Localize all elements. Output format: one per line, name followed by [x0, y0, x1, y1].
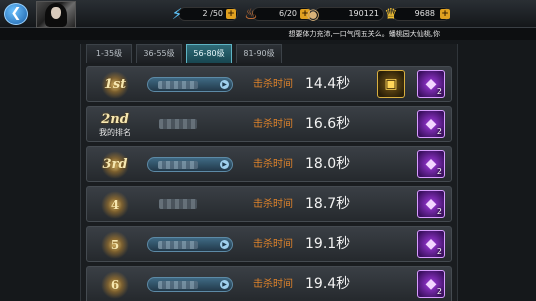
player-name-button[interactable]: ▶: [147, 237, 233, 252]
rank-label: 5: [110, 238, 120, 252]
rank-badge: 4: [95, 189, 135, 221]
stamina-add-button[interactable]: +: [226, 9, 236, 19]
gem-count: 2: [436, 167, 442, 176]
blurred-name: [158, 281, 198, 289]
lightning-icon: ⚡: [171, 5, 183, 23]
blurred-name: [158, 241, 198, 249]
flame-icon: ♨: [244, 5, 258, 23]
ranking-row-6[interactable]: 6 ▶ 击杀时间 19.4秒 ◆ 2: [86, 266, 452, 301]
ranking-row-3[interactable]: 3rd ▶ 击杀时间 18.0秒 ◆ 2: [86, 146, 452, 182]
blurred-name: [159, 119, 197, 129]
play-icon: ▶: [220, 80, 229, 89]
player-name-button[interactable]: ▶: [147, 277, 233, 292]
play-icon: ▶: [220, 160, 229, 169]
kill-time-label: 击杀时间: [253, 199, 293, 210]
purple-gem-icon[interactable]: ◆ 2: [417, 270, 445, 298]
back-arrow-icon[interactable]: ❮: [4, 3, 28, 25]
my-rank-label: 我的排名: [99, 128, 131, 137]
kill-time-value: 18.7秒: [305, 196, 351, 212]
kill-time-label: 击杀时间: [253, 239, 293, 250]
gold-resource: 9688 ♛ +: [382, 4, 454, 24]
top-bar: ❮ 2 /50 ⚡ + 6/20 ♨ + 190121 ◉ 9688 ♛ +: [0, 0, 536, 28]
avatar[interactable]: [36, 1, 76, 28]
gem-count: 2: [436, 287, 442, 296]
play-icon: ▶: [220, 280, 229, 289]
gem-count: 2: [436, 87, 442, 96]
rank-label: 6: [110, 278, 120, 292]
rank-badge: 5: [95, 229, 135, 261]
kill-time-value: 19.4秒: [305, 276, 351, 292]
rank-badge: 1st: [95, 69, 135, 101]
coins-value: 190121: [314, 7, 384, 21]
marquee-text: 想要体力充沛,一口气闯五关么。蟠桃园大仙桃,你: [0, 28, 536, 40]
rank-badge: 3rd: [95, 149, 135, 181]
kill-time-value: 14.4秒: [305, 76, 351, 92]
rank-label: 3rd: [102, 157, 128, 172]
ranking-row-4[interactable]: 4 击杀时间 18.7秒 ◆ 2: [86, 186, 452, 222]
kill-time-label: 击杀时间: [253, 79, 293, 90]
ranking-row-5[interactable]: 5 ▶ 击杀时间 19.1秒 ◆ 2: [86, 226, 452, 262]
kill-time-label: 击杀时间: [253, 119, 293, 130]
rank-label: 4: [110, 198, 120, 212]
ranking-row-2[interactable]: 2nd 我的排名 击杀时间 16.6秒 ◆ 2: [86, 106, 452, 142]
kill-time-value: 16.6秒: [305, 116, 351, 132]
kill-time-label: 击杀时间: [253, 159, 293, 170]
purple-gem-icon[interactable]: ◆ 2: [417, 110, 445, 138]
purple-gem-icon[interactable]: ◆ 2: [417, 70, 445, 98]
player-name-button[interactable]: ▶: [147, 157, 233, 172]
player-name-button[interactable]: ▶: [147, 77, 233, 92]
blurred-name: [158, 81, 198, 89]
gold-add-button[interactable]: +: [440, 9, 450, 19]
tab-81-90[interactable]: 81-90级: [236, 44, 282, 63]
gem-count: 2: [436, 247, 442, 256]
kill-time-label: 击杀时间: [253, 279, 293, 290]
coin-icon: ◉: [306, 5, 320, 23]
tab-1-35[interactable]: 1-35级: [86, 44, 132, 63]
kill-time-value: 19.1秒: [305, 236, 351, 252]
gem-count: 2: [436, 127, 442, 136]
purple-gem-icon[interactable]: ◆ 2: [417, 150, 445, 178]
tab-56-80[interactable]: 56-80级: [186, 44, 232, 63]
blurred-name: [159, 199, 197, 209]
ranking-row-1[interactable]: 1st ▶ 击杀时间 14.4秒 ▣ ◆ 2: [86, 66, 452, 102]
purple-gem-icon[interactable]: ◆ 2: [417, 190, 445, 218]
stamina-resource: 2 /50 ⚡ +: [168, 4, 240, 24]
purple-gem-icon[interactable]: ◆ 2: [417, 230, 445, 258]
rank-badge: 6: [95, 269, 135, 301]
treasure-chest-icon[interactable]: ▣: [377, 70, 405, 98]
avatar-face: [51, 7, 61, 19]
rank-label: 1st: [103, 77, 127, 92]
crown-icon: ♛: [384, 5, 398, 23]
coins-resource: 190121 ◉: [304, 4, 384, 24]
gem-count: 2: [436, 207, 442, 216]
tab-36-55[interactable]: 36-55级: [136, 44, 182, 63]
blurred-name: [158, 161, 198, 169]
kill-time-value: 18.0秒: [305, 156, 351, 172]
play-icon: ▶: [220, 240, 229, 249]
